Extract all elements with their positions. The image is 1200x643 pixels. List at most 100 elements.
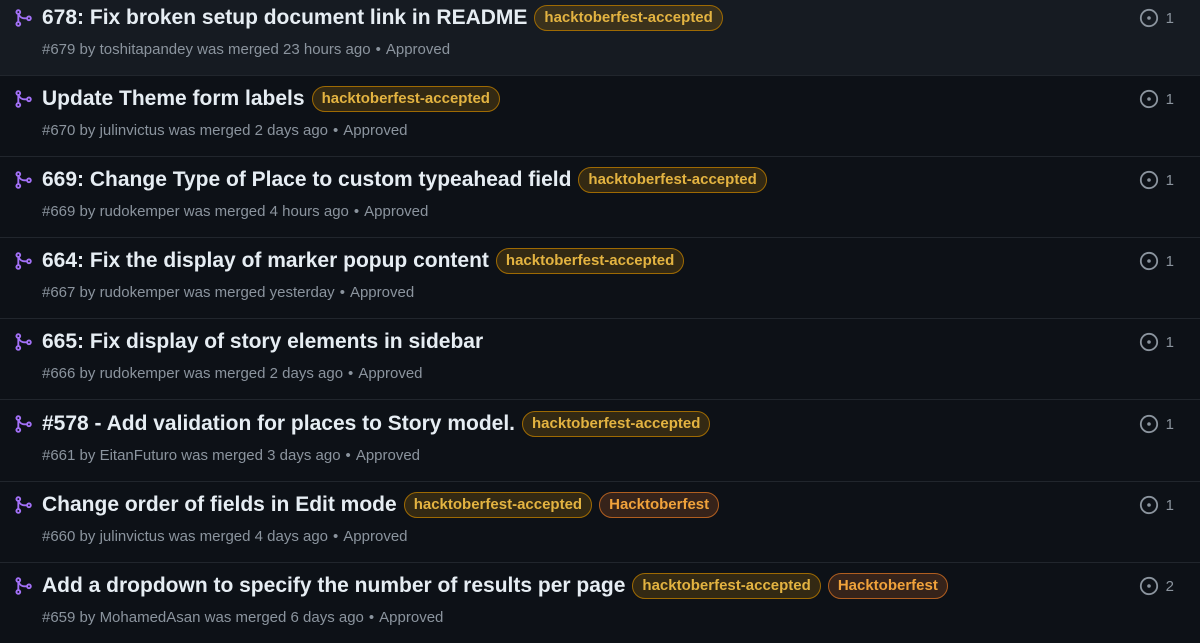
pr-row[interactable]: Change order of fields in Edit mode hackt… (0, 483, 1200, 563)
separator-dot: • (348, 365, 354, 382)
comment-count[interactable]: 1 (1139, 331, 1174, 353)
author-link[interactable]: rudokemper (100, 365, 180, 382)
pr-title-link[interactable]: #578 - Add validation for places to Stor… (42, 408, 515, 440)
review-status[interactable]: Approved (386, 41, 450, 58)
title-line: 669: Change Type of Place to custom type… (42, 164, 767, 196)
label-badge[interactable]: hacktoberfest-accepted (578, 167, 767, 193)
comment-icon (1139, 251, 1159, 271)
author-link[interactable]: MohamedAsan (100, 609, 201, 626)
merged-time: was merged 2 days ago (168, 122, 329, 139)
comment-number: 2 (1165, 577, 1174, 595)
pr-row[interactable]: Update Theme form labels hacktoberfest-ac… (0, 77, 1200, 157)
by-text: by (79, 284, 96, 301)
author-link[interactable]: julinvictus (100, 528, 165, 545)
by-text: by (79, 609, 96, 626)
pr-title-link[interactable]: 664: Fix the display of marker popup con… (42, 245, 489, 277)
author-link[interactable]: rudokemper (100, 284, 180, 301)
git-merge-icon (13, 414, 33, 434)
label-group: hacktoberfest-accepted (515, 411, 711, 437)
title-line: 665: Fix display of story elements in si… (42, 326, 483, 358)
label-group: hacktoberfest-accepted (571, 167, 767, 193)
comment-count[interactable]: 1 (1139, 7, 1174, 29)
author-link[interactable]: julinvictus (100, 122, 165, 139)
pr-meta: #667 by rudokemper was merged yesterday •… (42, 283, 414, 303)
pr-row[interactable]: #578 - Add validation for places to Stor… (0, 402, 1200, 482)
comment-number: 1 (1165, 252, 1174, 270)
comment-number: 1 (1165, 171, 1174, 189)
git-merge-icon (13, 170, 33, 190)
merged-time: was merged 4 hours ago (183, 203, 349, 220)
by-text: by (79, 203, 96, 220)
label-badge[interactable]: Hacktoberfest (599, 492, 720, 518)
pr-title-link[interactable]: Update Theme form labels (42, 83, 305, 115)
merged-time: was merged 23 hours ago (197, 41, 371, 58)
label-badge[interactable]: Hacktoberfest (827, 573, 948, 599)
pr-row[interactable]: 664: Fix the display of marker popup con… (0, 239, 1200, 319)
separator-dot: • (333, 122, 339, 139)
pr-title-link[interactable]: 678: Fix broken setup document link in R… (42, 2, 527, 34)
pr-number: #679 (42, 41, 76, 58)
title-line: Update Theme form labels hacktoberfest-ac… (42, 83, 500, 115)
comment-number: 1 (1165, 333, 1174, 351)
review-status[interactable]: Approved (343, 122, 407, 139)
comment-icon (1139, 89, 1159, 109)
pr-title-link[interactable]: 669: Change Type of Place to custom type… (42, 164, 571, 196)
comment-count[interactable]: 1 (1139, 413, 1174, 435)
title-line: Add a dropdown to specify the number of … (42, 570, 948, 602)
merged-time: was merged 3 days ago (181, 447, 341, 464)
comment-count[interactable]: 1 (1139, 494, 1174, 516)
review-status[interactable]: Approved (364, 203, 428, 220)
separator-dot: • (345, 447, 351, 464)
comment-icon (1139, 576, 1159, 596)
title-line: #578 - Add validation for places to Stor… (42, 408, 711, 440)
label-badge[interactable]: hacktoberfest-accepted (534, 5, 723, 31)
pr-meta: #669 by rudokemper was merged 4 hours ag… (42, 202, 428, 222)
separator-dot: • (353, 203, 360, 220)
comment-count[interactable]: 1 (1139, 250, 1174, 272)
label-badge[interactable]: hacktoberfest-accepted (311, 86, 500, 112)
comment-count[interactable]: 2 (1139, 575, 1174, 597)
pull-request-list: 678: Fix broken setup document link in R… (0, 0, 1200, 643)
pr-row[interactable]: 678: Fix broken setup document link in R… (0, 0, 1200, 76)
review-status[interactable]: Approved (350, 284, 414, 301)
title-line: 678: Fix broken setup document link in R… (42, 2, 723, 34)
comment-icon (1139, 332, 1159, 352)
label-badge[interactable]: hacktoberfest-accepted (522, 411, 711, 437)
git-merge-icon (13, 332, 33, 352)
pr-row[interactable]: Add a dropdown to specify the number of … (0, 564, 1200, 643)
author-link[interactable]: rudokemper (100, 203, 180, 220)
label-badge[interactable]: hacktoberfest-accepted (403, 492, 593, 518)
label-group: hacktoberfest-accepted (305, 86, 500, 112)
author-link[interactable]: EitanFuturo (100, 447, 178, 464)
pr-row[interactable]: 665: Fix display of story elements in si… (0, 320, 1200, 400)
pr-title-link[interactable]: Change order of fields in Edit mode (42, 489, 397, 521)
label-group: hacktoberfest-accepted Hacktoberfest (397, 492, 720, 518)
comment-count[interactable]: 1 (1139, 169, 1174, 191)
pr-title-link[interactable]: Add a dropdown to specify the number of … (42, 570, 625, 602)
pr-number: #661 (42, 447, 76, 464)
review-status[interactable]: Approved (356, 447, 420, 464)
comment-count[interactable]: 1 (1139, 88, 1174, 110)
pr-meta: #659 by MohamedAsan was merged 6 days ag… (42, 608, 443, 628)
review-status[interactable]: Approved (379, 609, 443, 626)
pr-meta: #660 by julinvictus was merged 4 days ag… (42, 527, 408, 547)
comment-icon (1139, 495, 1159, 515)
by-text: by (79, 365, 96, 382)
label-badge[interactable]: hacktoberfest-accepted (495, 248, 685, 274)
separator-dot: • (339, 284, 345, 301)
review-status[interactable]: Approved (358, 365, 422, 382)
pr-number: #660 (42, 528, 76, 545)
pr-number: #659 (42, 609, 76, 626)
author-link[interactable]: toshitapandey (100, 41, 193, 58)
review-status[interactable]: Approved (343, 528, 407, 545)
pr-row[interactable]: 669: Change Type of Place to custom type… (0, 158, 1200, 238)
title-line: 664: Fix the display of marker popup con… (42, 245, 685, 277)
label-badge[interactable]: hacktoberfest-accepted (632, 573, 821, 599)
separator-dot: • (333, 528, 339, 545)
comment-number: 1 (1165, 9, 1174, 27)
comment-icon (1139, 8, 1159, 28)
by-text: by (79, 528, 96, 545)
separator-dot: • (368, 609, 375, 626)
comment-number: 1 (1165, 496, 1174, 514)
pr-title-link[interactable]: 665: Fix display of story elements in si… (42, 326, 483, 358)
